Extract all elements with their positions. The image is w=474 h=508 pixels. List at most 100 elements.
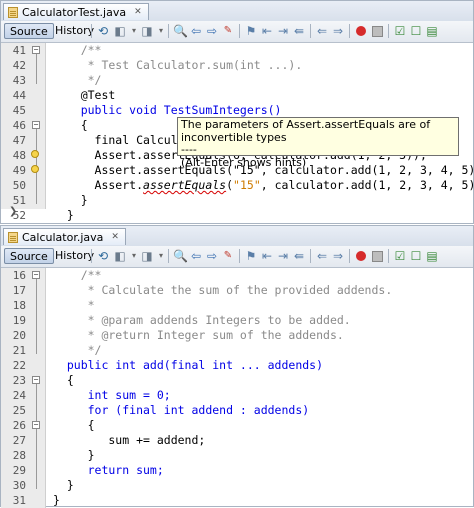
line-number: 48: [12, 149, 26, 162]
toolbar-separator: [91, 24, 92, 38]
line-number: 45: [12, 104, 26, 117]
forward-icon[interactable]: ◨: [140, 249, 154, 263]
code-line: 18 *: [1, 298, 473, 313]
line-code: * Calculate the sum of the provided adde…: [53, 283, 393, 297]
code-line: 24 int sum = 0;: [1, 388, 473, 403]
shift-line-left-icon[interactable]: ⇐: [315, 249, 329, 263]
line-code: */: [53, 73, 102, 87]
line-code: {: [53, 118, 88, 132]
hint-bulb-icon[interactable]: [29, 149, 41, 161]
shift-left-icon[interactable]: ⇚: [292, 24, 306, 38]
line-number: 24: [12, 389, 26, 402]
collapse-fold-icon[interactable]: −: [32, 121, 40, 129]
code-line: 21 */: [1, 343, 473, 358]
line-code: *: [53, 298, 95, 312]
next-bookmark-icon[interactable]: ⇥: [276, 24, 290, 38]
stop-macro-recording-icon[interactable]: [370, 249, 384, 263]
collapse-fold-icon[interactable]: −: [32, 46, 40, 54]
shift-line-left-icon[interactable]: ⇐: [315, 24, 329, 38]
next-bookmark-icon[interactable]: ⇥: [276, 249, 290, 263]
uncomment-icon[interactable]: ☐: [409, 24, 423, 38]
line-number: 27: [12, 434, 26, 447]
line-number: 22: [12, 359, 26, 372]
code-line: 30 }: [1, 478, 473, 493]
run-icon[interactable]: ▤: [425, 24, 439, 38]
forward-icon[interactable]: ◨: [140, 24, 154, 38]
toggle-highlight-icon[interactable]: ✎: [221, 249, 235, 263]
line-number: 17: [12, 284, 26, 297]
code-line: 41 − /**: [1, 43, 473, 58]
tooltip-hint: (Alt-Enter shows hints): [181, 155, 307, 169]
code-line: 44 @Test: [1, 88, 473, 103]
line-number: 29: [12, 464, 26, 477]
find-next-icon[interactable]: ⇨: [205, 24, 219, 38]
find-previous-icon[interactable]: ⇦: [189, 24, 203, 38]
line-number: 20: [12, 329, 26, 342]
previous-bookmark-icon[interactable]: ⇤: [260, 249, 274, 263]
find-next-icon[interactable]: ⇨: [205, 249, 219, 263]
expand-arrow-icon[interactable]: ❯: [9, 206, 19, 217]
comment-icon[interactable]: ☑: [393, 249, 407, 263]
toolbar-separator: [91, 249, 92, 263]
source-view-button[interactable]: Source: [4, 248, 54, 264]
collapse-fold-icon[interactable]: −: [32, 271, 40, 279]
line-number: 25: [12, 404, 26, 417]
code-line: 27 sum += addend;: [1, 433, 473, 448]
hint-bulb-icon[interactable]: [29, 164, 41, 176]
line-code: return sum;: [53, 463, 164, 477]
toolbar-separator: [239, 249, 240, 263]
stop-macro-recording-icon[interactable]: [370, 24, 384, 38]
find-icon[interactable]: 🔍: [173, 24, 188, 38]
line-number: 21: [12, 344, 26, 357]
line-code: }: [53, 493, 60, 507]
collapse-fold-icon[interactable]: −: [32, 376, 40, 384]
toggle-highlight-icon[interactable]: ✎: [221, 24, 235, 38]
dropdown-arrow-icon[interactable]: ▾: [154, 249, 168, 263]
last-edit-icon[interactable]: ⟲: [96, 24, 110, 38]
find-previous-icon[interactable]: ⇦: [189, 249, 203, 263]
java-file-icon: [8, 6, 18, 18]
line-number: 16: [12, 269, 26, 282]
comment-icon[interactable]: ☑: [393, 24, 407, 38]
tooltip-separator: ----: [181, 143, 197, 156]
tab-label: CalculatorTest.java: [22, 5, 127, 19]
line-code: public int add(final int ... addends): [53, 358, 324, 372]
shift-line-right-icon[interactable]: ⇒: [331, 24, 345, 38]
line-code: }: [53, 193, 88, 207]
collapse-fold-icon[interactable]: −: [32, 421, 40, 429]
line-code: * Test Calculator.sum(int ...).: [53, 58, 303, 72]
source-view-button[interactable]: Source: [4, 23, 54, 39]
toggle-bookmark-icon[interactable]: ⚑: [244, 24, 258, 38]
line-number: 18: [12, 299, 26, 312]
back-icon[interactable]: ◧: [113, 249, 127, 263]
close-tab-icon[interactable]: ✕: [111, 229, 119, 246]
tab-calculator-java[interactable]: Calculator.java ✕: [3, 228, 126, 245]
line-code: {: [53, 418, 95, 432]
code-line: 50 Assert.assertEquals("15", calculator.…: [1, 178, 474, 193]
toolbar-separator: [310, 24, 311, 38]
run-icon[interactable]: ▤: [425, 249, 439, 263]
line-code: /**: [53, 268, 102, 282]
code-line: 25 for (final int addend : addends): [1, 403, 473, 418]
code-line: 17 * Calculate the sum of the provided a…: [1, 283, 473, 298]
shift-left-icon[interactable]: ⇚: [292, 249, 306, 263]
dropdown-arrow-icon[interactable]: ▾: [127, 249, 141, 263]
code-line: 42 * Test Calculator.sum(int ...).: [1, 58, 473, 73]
find-icon[interactable]: 🔍: [173, 249, 188, 263]
line-number: 49: [12, 164, 26, 177]
start-macro-recording-icon[interactable]: [354, 249, 368, 263]
previous-bookmark-icon[interactable]: ⇤: [260, 24, 274, 38]
dropdown-arrow-icon[interactable]: ▾: [127, 24, 141, 38]
back-icon[interactable]: ◧: [113, 24, 127, 38]
dropdown-arrow-icon[interactable]: ▾: [154, 24, 168, 38]
close-tab-icon[interactable]: ✕: [134, 4, 142, 21]
line-code: public void TestSumIntegers(): [53, 103, 282, 117]
last-edit-icon[interactable]: ⟲: [96, 249, 110, 263]
start-macro-recording-icon[interactable]: [354, 24, 368, 38]
line-code: int sum = 0;: [53, 388, 171, 402]
shift-line-right-icon[interactable]: ⇒: [331, 249, 345, 263]
line-code: for (final int addend : addends): [53, 403, 310, 417]
uncomment-icon[interactable]: ☐: [409, 249, 423, 263]
toggle-bookmark-icon[interactable]: ⚑: [244, 249, 258, 263]
tab-calculatortest-java[interactable]: CalculatorTest.java ✕: [3, 3, 149, 20]
